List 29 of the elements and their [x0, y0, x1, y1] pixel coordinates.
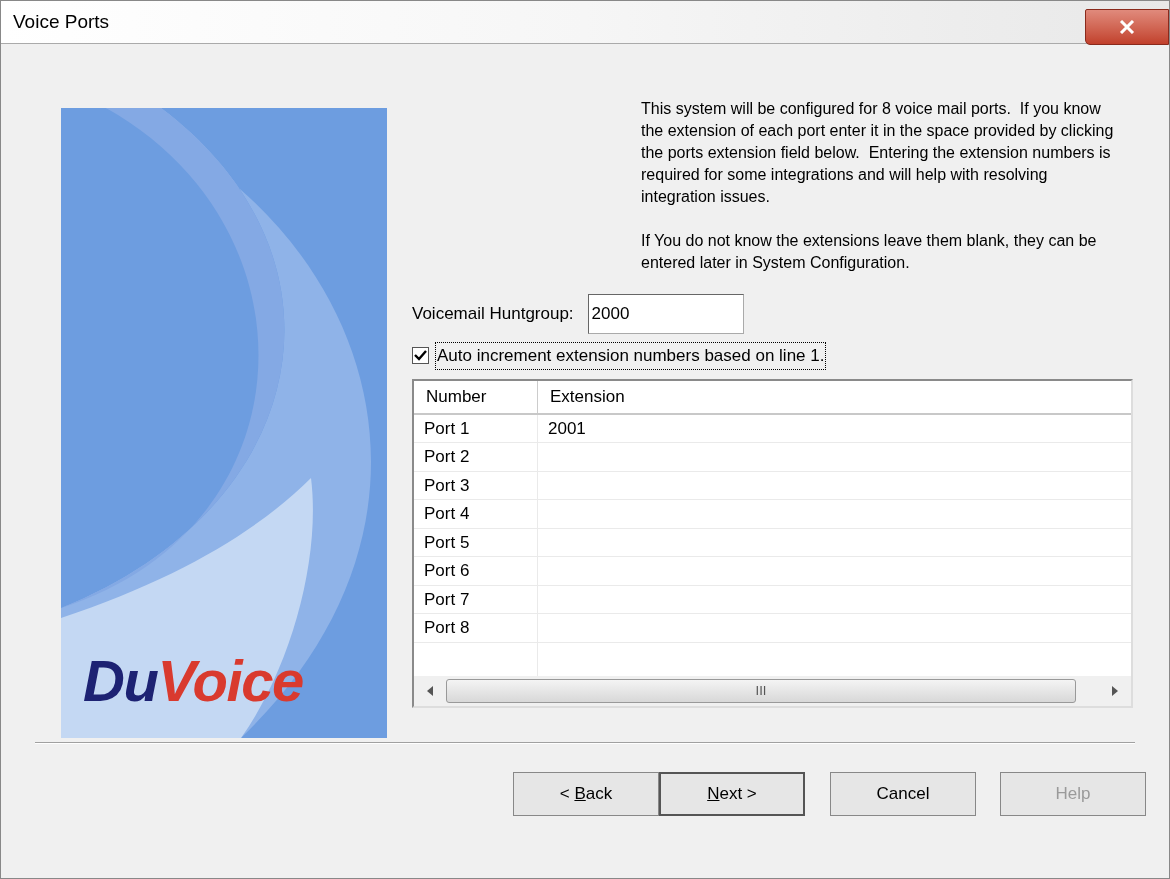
instruction-text: If You do not know the extensions leave them blank, they can be entered later in System Configuration. [641, 231, 1098, 273]
logo: DuVoice [83, 652, 303, 710]
window-title: Voice Ports [13, 9, 110, 34]
checkbox[interactable] [412, 347, 429, 365]
scroll-left-icon[interactable] [426, 684, 434, 697]
scroll-right-icon[interactable] [1111, 684, 1119, 697]
huntgroup-field[interactable]: 2000 [587, 294, 744, 334]
dialog-button[interactable]: < Back [513, 772, 659, 816]
table-cell: Port 2 [414, 443, 538, 471]
table-cell: Port 6 [414, 557, 538, 585]
table-cell: Port 7 [414, 585, 538, 613]
table-cell: Port 8 [414, 614, 538, 642]
instruction-text: This system will be configured for 8 voice mail ports. If you know the extension of each port enter it in the space provided by clicking the ports extension field below. Entering the extension numbers is required for some integrations and will help with resolving integration issues. [641, 99, 1115, 207]
column-header[interactable]: Number [414, 380, 538, 413]
dialog-button[interactable]: Cancel [830, 772, 976, 816]
dialog-button[interactable]: Next > [659, 772, 805, 816]
table-cell-text: 2001 [547, 417, 586, 440]
table-cell: Port 4 [414, 500, 538, 528]
close-button[interactable] [1085, 9, 1169, 45]
grip-text: III [755, 681, 767, 700]
table-cell: Port 1 [414, 414, 538, 442]
scroll-thumb[interactable]: III [446, 678, 1076, 703]
close-icon [1119, 20, 1135, 34]
table-cell: Port 5 [414, 528, 538, 556]
horizontal-scrollbar[interactable]: III [414, 675, 1131, 706]
column-header[interactable]: Extension [538, 380, 1131, 413]
checkbox-label[interactable]: Auto increment extension numbers based on line 1. [435, 342, 827, 370]
table-cell: Port 3 [414, 471, 538, 499]
huntgroup-label: Voicemail Huntgroup: [412, 303, 574, 326]
